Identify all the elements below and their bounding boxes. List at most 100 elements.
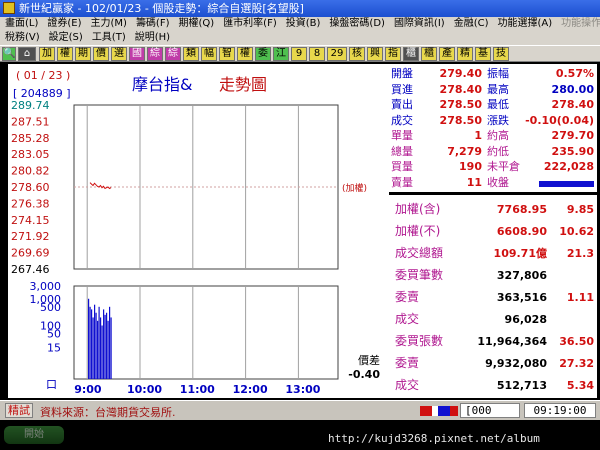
menu-item[interactable]: 籌碼(F) [131, 17, 174, 31]
toolbar-button[interactable]: 幅 [201, 47, 217, 61]
menu-item[interactable]: 畫面(L) [0, 17, 42, 31]
quote-panel: 開盤 279.40 振幅 0.57% 買進 278.40 最高 280.00 賣出 278.50 最… [389, 64, 597, 398]
quote-label: 買量 [391, 160, 413, 173]
volume-bar [103, 309, 105, 379]
volume-bar [107, 320, 109, 379]
toolbar-button[interactable]: 權 [57, 47, 73, 61]
volume-bar [92, 317, 94, 379]
quote-label: 約低 [487, 144, 509, 158]
market-extra: 36.50 [559, 335, 594, 348]
toolbar-button[interactable]: 精 [457, 47, 473, 61]
toolbar-button[interactable]: 價 [93, 47, 109, 61]
quote-label: 成交 [391, 113, 413, 127]
quote-label: 買進 [391, 82, 413, 96]
quote-value: 279.40 [439, 67, 482, 80]
market-value: 109.71億 [493, 247, 547, 260]
quote-label: 漲跌 [487, 113, 509, 127]
market-row: 成交 96,028 [389, 312, 597, 327]
close-bar [539, 181, 594, 187]
quote-value: 235.90 [551, 144, 594, 158]
market-label: 委買張數 [395, 334, 444, 348]
volume-tick-label: 15 [47, 342, 61, 355]
quote-value: 278.50 [439, 113, 482, 127]
menu-item[interactable]: 證券(E) [42, 17, 85, 31]
menu-item[interactable]: 金融(C) [449, 17, 493, 31]
menu-item[interactable]: 國際資訊(I) [389, 17, 449, 31]
menu-item[interactable]: 期權(Q) [174, 17, 219, 31]
toolbar-button[interactable]: 產 [439, 47, 455, 61]
menu-item[interactable]: 主力(M) [86, 17, 131, 31]
search-icon[interactable]: 🔍 [2, 47, 16, 61]
toolbar-button[interactable]: 委 [255, 47, 271, 61]
market-value: 9,932,080 [485, 357, 547, 370]
quote-label: 振幅 [487, 67, 509, 80]
menu-item[interactable]: 設定(S) [44, 31, 87, 45]
volume-bar [98, 306, 100, 379]
divider [389, 192, 597, 195]
market-extra: 1.11 [566, 291, 594, 304]
market-label: 成交總額 [395, 246, 444, 260]
market-extra: 21.3 [566, 247, 594, 260]
toolbar-button[interactable]: 9 [291, 47, 307, 61]
volume-bar [110, 317, 112, 379]
toolbar-button[interactable]: 國 [129, 47, 145, 61]
menu-item[interactable]: 說明(H) [130, 31, 174, 45]
menu-item[interactable]: 投資(B) [281, 17, 325, 31]
market-extra: 27.32 [559, 357, 594, 370]
quote-label: 最低 [487, 98, 509, 111]
toolbar-button[interactable]: 指 [385, 47, 401, 61]
toolbar-button[interactable]: 權 [237, 47, 253, 61]
toolbar-button[interactable]: 基 [475, 47, 491, 61]
toolbar-button[interactable]: 櫃 [421, 47, 437, 61]
quote-label: 賣出 [391, 98, 413, 111]
toolbar-button[interactable]: 智 [219, 47, 235, 61]
toolbar-button[interactable]: 類 [183, 47, 199, 61]
quote-row: 單量 1 約高 279.70 [389, 128, 597, 143]
toolbar-button[interactable]: 選 [111, 47, 127, 61]
quote-value: 222,028 [543, 160, 594, 173]
toolbar-button[interactable]: 技 [493, 47, 509, 61]
title-bar: 新世紀贏家 - 102/01/23 - 個股走勢：綜合自選股[名望股] [0, 0, 600, 17]
menu-item[interactable]: 稅務(V) [0, 31, 44, 45]
menu-item[interactable]: 操盤密碼(D) [324, 17, 389, 31]
market-value: 363,516 [496, 291, 547, 304]
menu-item[interactable]: 功能操作(R) [556, 17, 600, 31]
volume-bar [97, 320, 99, 379]
toolbar-button[interactable]: 興 [367, 47, 383, 61]
volume-bar [100, 317, 102, 379]
market-label: 委買筆數 [395, 268, 444, 282]
menu-item[interactable]: 工具(T) [87, 31, 130, 45]
time-tick-label: 9:00 [74, 383, 102, 396]
quote-label: 約高 [487, 129, 509, 142]
toolbar-button[interactable]: 8 [309, 47, 325, 61]
volume-bar [91, 309, 93, 379]
time-tick-label: 12:00 [233, 383, 268, 396]
time-tick-label: 11:00 [180, 383, 215, 396]
window-title: 新世紀贏家 - 102/01/23 - 個股走勢：綜合自選股[名望股] [19, 2, 304, 15]
toolbar-button[interactable]: 期 [75, 47, 91, 61]
menu-item[interactable]: 匯市利率(F) [218, 17, 281, 31]
market-row: 成交總額 109.71億 21.3 [389, 246, 597, 261]
start-button[interactable]: 開始 [4, 426, 64, 444]
toolbar-button[interactable]: 江 [273, 47, 289, 61]
market-value: 7768.95 [496, 203, 547, 216]
quote-value: 190 [459, 160, 482, 173]
price-tick-label: 269.69 [11, 247, 50, 260]
time-tick-label: 10:00 [127, 383, 162, 396]
quote-value: 0.57% [555, 67, 594, 80]
volume-bar [104, 314, 106, 379]
menu-bar-2: 稅務(V) 設定(S) 工具(T) 說明(H) [0, 31, 600, 45]
toolbar-button[interactable]: 綜 [147, 47, 163, 61]
home-icon[interactable]: ⌂ [18, 47, 36, 61]
sim-button[interactable]: 精試 [5, 403, 33, 418]
quote-label: 未平倉 [487, 160, 520, 173]
menu-item[interactable]: 功能選擇(A) [493, 17, 557, 31]
toolbar-button[interactable]: 綜 [165, 47, 181, 61]
toolbar-button[interactable]: 29 [327, 47, 347, 61]
quote-value: 279.70 [551, 129, 594, 142]
toolbar-button[interactable]: 櫃 [403, 47, 419, 61]
toolbar-button[interactable]: 核 [349, 47, 365, 61]
toolbar-button[interactable]: 加 [39, 47, 55, 61]
taskbar: 開始 http://kujd3268.pixnet.net/album [0, 420, 600, 450]
quote-label: 賣量 [391, 175, 413, 189]
